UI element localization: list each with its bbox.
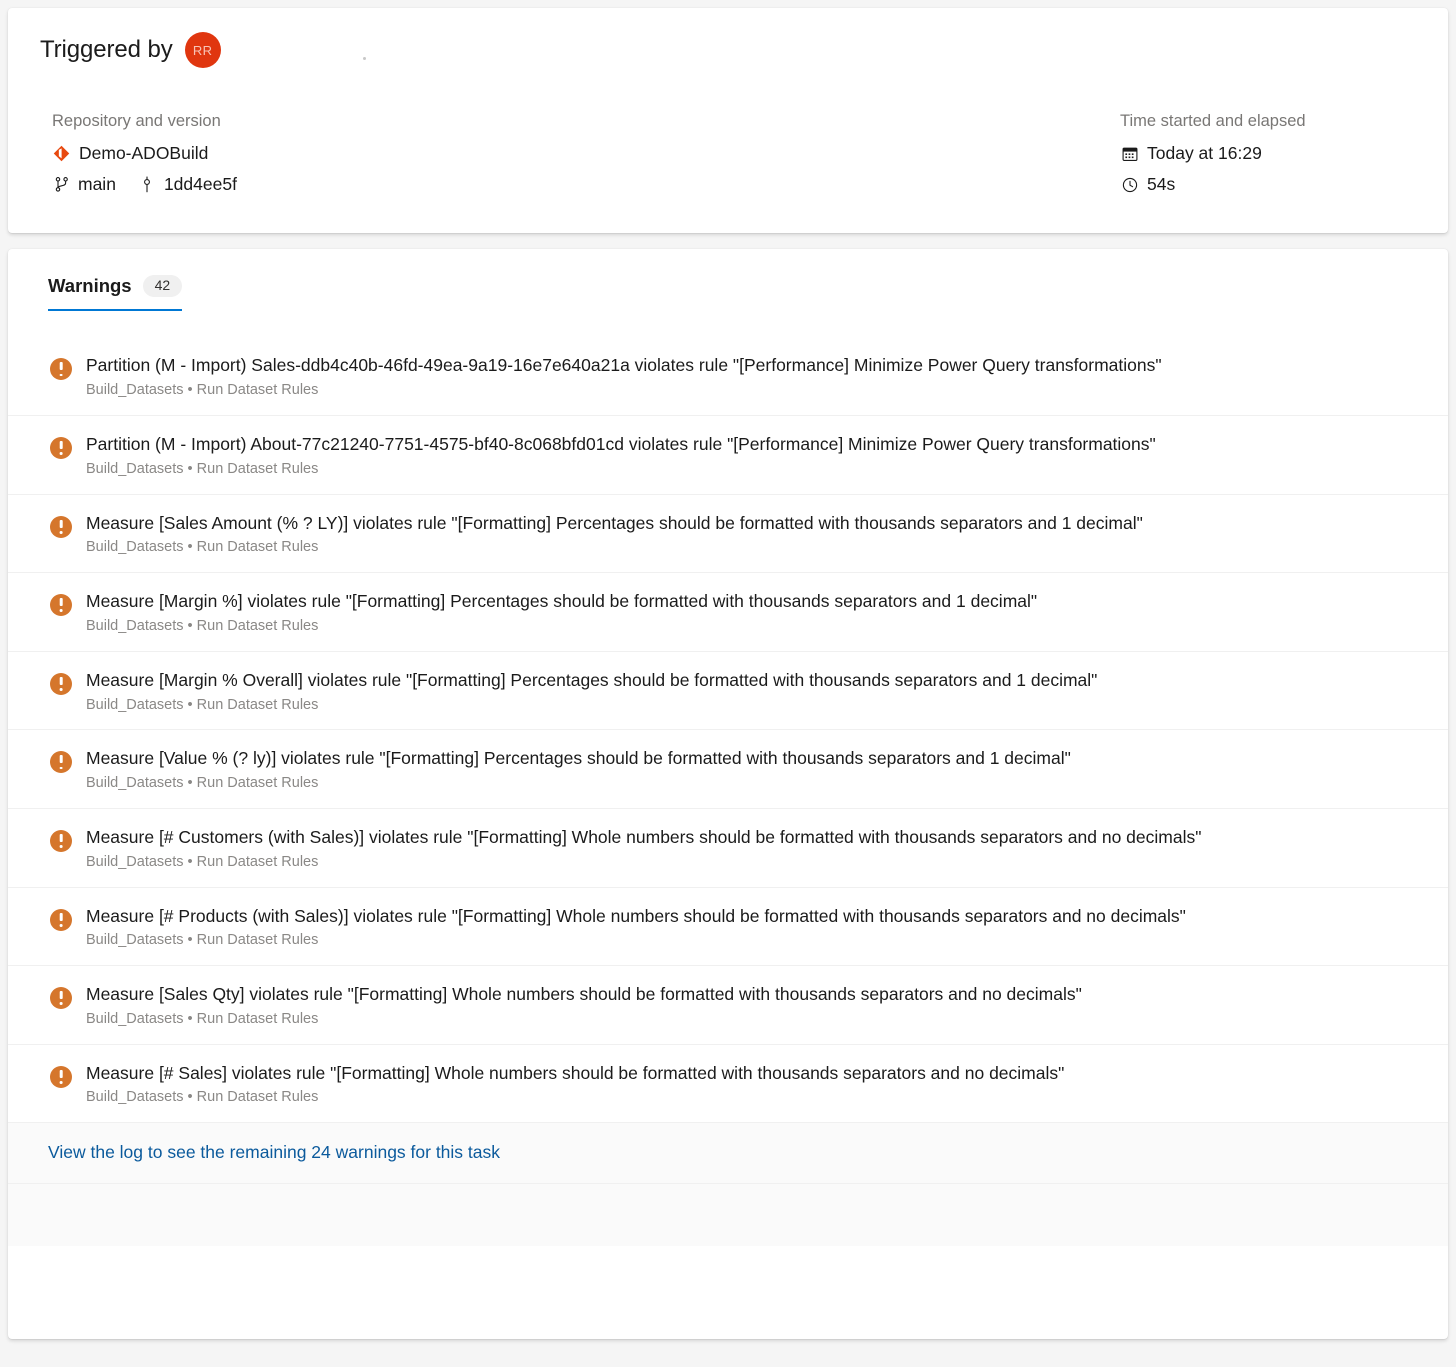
calendar-icon [1120,144,1139,163]
clock-icon [1120,175,1139,194]
branch-and-commit-row: main 1dd4ee5f [52,174,1120,195]
warning-message: Partition (M - Import) About-77c21240-77… [86,433,1418,456]
warning-row[interactable]: Measure [# Customers (with Sales)] viola… [8,809,1448,888]
avatar[interactable]: RR [185,32,221,68]
warnings-footer: View the log to see the remaining 24 war… [8,1123,1448,1184]
repository-name: Demo-ADOBuild [79,143,208,164]
start-time-value: Today at 16:29 [1147,143,1262,164]
warning-row[interactable]: Measure [Sales Amount (% ? LY)] violates… [8,495,1448,574]
warning-message: Measure [# Customers (with Sales)] viola… [86,826,1418,849]
card-tail-spacer [8,1184,1448,1246]
warning-message: Measure [Sales Qty] violates rule "[Form… [86,983,1418,1006]
warning-source: Build_Datasets • Run Dataset Rules [86,853,1418,872]
elapsed-time-value: 54s [1147,174,1175,195]
warning-row-body: Measure [# Products (with Sales)] violat… [86,905,1418,951]
warning-icon [50,751,72,773]
warning-icon [50,830,72,852]
git-branch-icon [52,175,71,194]
elapsed-time-row: 54s [1120,174,1416,195]
warning-source: Build_Datasets • Run Dataset Rules [86,460,1418,479]
warning-message: Measure [Sales Amount (% ? LY)] violates… [86,512,1418,535]
warning-message: Measure [# Sales] violates rule "[Format… [86,1062,1418,1085]
warning-row-body: Measure [Value % (? ly)] violates rule "… [86,747,1418,793]
warning-row-body: Partition (M - Import) Sales-ddb4c40b-46… [86,354,1418,400]
time-started-and-elapsed-group: Time started and elapsed [1120,112,1416,205]
warning-row-body: Measure [Sales Qty] violates rule "[Form… [86,983,1418,1029]
repository-row[interactable]: Demo-ADOBuild [52,143,1120,164]
warning-icon [50,437,72,459]
warning-icon [50,673,72,695]
warning-row[interactable]: Partition (M - Import) About-77c21240-77… [8,416,1448,495]
warning-row[interactable]: Measure [Value % (? ly)] violates rule "… [8,730,1448,809]
warning-message: Partition (M - Import) Sales-ddb4c40b-46… [86,354,1418,377]
tab-warnings-label: Warnings [48,275,132,297]
repository-heading: Repository and version [52,112,1120,131]
warning-row-body: Partition (M - Import) About-77c21240-77… [86,433,1418,479]
warnings-list: Partition (M - Import) Sales-ddb4c40b-46… [8,337,1448,1123]
warning-icon [50,987,72,1009]
warning-icon [50,594,72,616]
warning-row[interactable]: Measure [Margin %] violates rule "[Forma… [8,573,1448,652]
build-results-page: Triggered by RR Repository and version D… [0,0,1456,1339]
warning-icon [50,358,72,380]
warning-icon [50,1066,72,1088]
warning-source: Build_Datasets • Run Dataset Rules [86,696,1418,715]
warning-source: Build_Datasets • Run Dataset Rules [86,617,1418,636]
warning-row[interactable]: Measure [# Sales] violates rule "[Format… [8,1045,1448,1124]
warning-row[interactable]: Measure [# Products (with Sales)] violat… [8,888,1448,967]
warning-source: Build_Datasets • Run Dataset Rules [86,774,1418,793]
warning-source: Build_Datasets • Run Dataset Rules [86,381,1418,400]
warning-row[interactable]: Measure [Sales Qty] violates rule "[Form… [8,966,1448,1045]
tab-bar: Warnings 42 [8,249,1448,311]
warning-message: Measure [Margin % Overall] violates rule… [86,669,1418,692]
run-summary-card: Triggered by RR Repository and version D… [8,8,1448,233]
git-commit-icon [138,175,157,194]
warning-source: Build_Datasets • Run Dataset Rules [86,1010,1418,1029]
branch-group[interactable]: main [52,174,116,195]
run-metadata: Repository and version Demo-ADOBuild [40,112,1416,205]
warning-icon [50,516,72,538]
branch-name: main [78,174,116,195]
warning-source: Build_Datasets • Run Dataset Rules [86,931,1418,950]
warning-row-body: Measure [# Customers (with Sales)] viola… [86,826,1418,872]
warning-row[interactable]: Partition (M - Import) Sales-ddb4c40b-46… [8,337,1448,416]
azure-repos-icon [52,144,71,163]
start-time-row: Today at 16:29 [1120,143,1416,164]
warning-source: Build_Datasets • Run Dataset Rules [86,538,1418,557]
commit-hash: 1dd4ee5f [164,174,237,195]
view-log-link[interactable]: View the log to see the remaining 24 war… [48,1142,500,1162]
repository-and-version-group: Repository and version Demo-ADOBuild [40,112,1120,205]
warning-source: Build_Datasets • Run Dataset Rules [86,1088,1418,1107]
warnings-card: Warnings 42 Partition (M - Import) Sales… [8,249,1448,1339]
triggered-by-row: Triggered by RR [40,32,1416,68]
tab-warnings-count-badge: 42 [143,275,183,297]
warning-message: Measure [# Products (with Sales)] violat… [86,905,1418,928]
warning-row-body: Measure [Margin % Overall] violates rule… [86,669,1418,715]
warning-message: Measure [Margin %] violates rule "[Forma… [86,590,1418,613]
warning-row-body: Measure [Margin %] violates rule "[Forma… [86,590,1418,636]
commit-group[interactable]: 1dd4ee5f [138,174,237,195]
warning-message: Measure [Value % (? ly)] violates rule "… [86,747,1418,770]
decorative-dot [363,57,366,60]
warning-row-body: Measure [Sales Amount (% ? LY)] violates… [86,512,1418,558]
warning-row-body: Measure [# Sales] violates rule "[Format… [86,1062,1418,1108]
tab-warnings[interactable]: Warnings 42 [48,275,182,311]
warning-row[interactable]: Measure [Margin % Overall] violates rule… [8,652,1448,731]
time-heading: Time started and elapsed [1120,112,1416,131]
warning-icon [50,909,72,931]
triggered-by-label: Triggered by [40,36,173,64]
